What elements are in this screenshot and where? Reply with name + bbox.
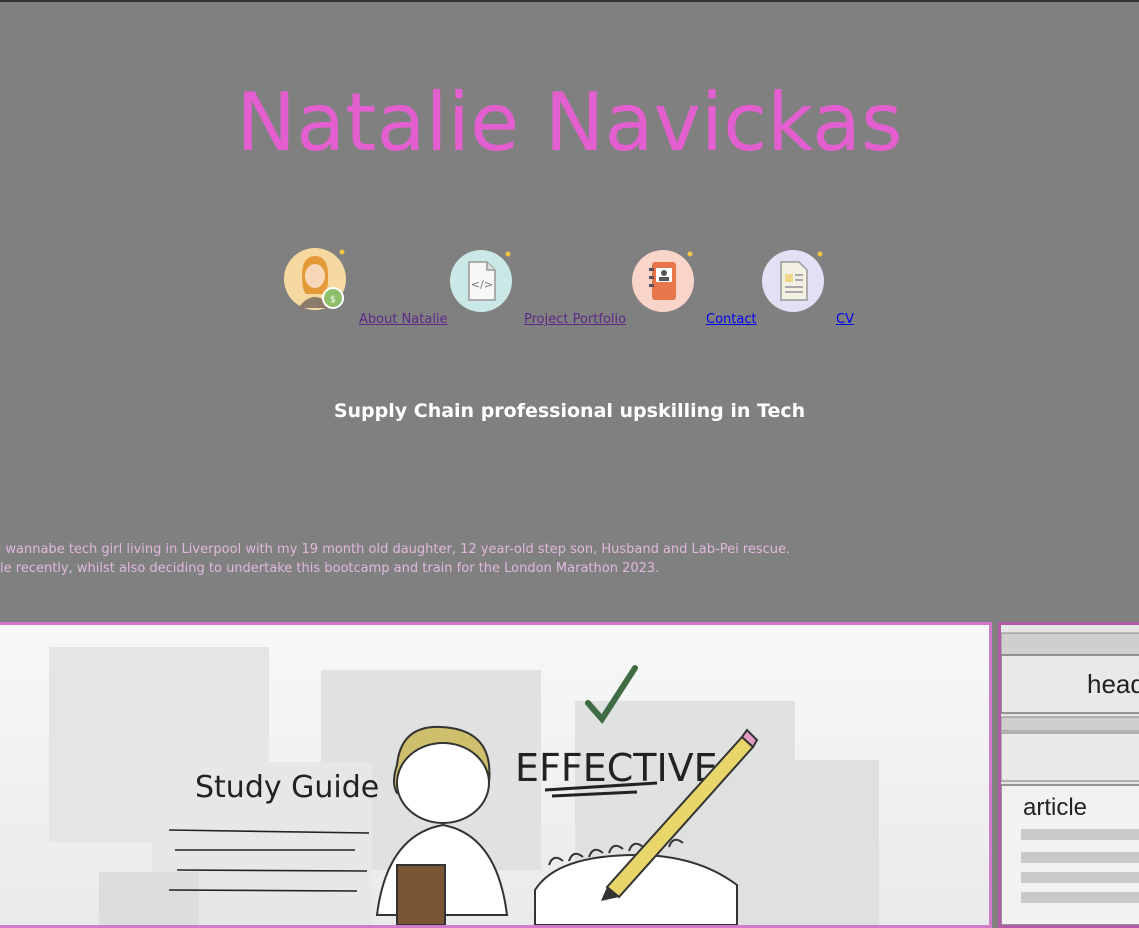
nav-item-about[interactable]: $ About Natalie [284, 248, 448, 328]
nav-item-contact[interactable]: Contact [632, 248, 762, 328]
main-nav: $ About Natalie </> Project Portfolio Co… [0, 248, 1139, 338]
study-guide-text: Study Guide [195, 770, 379, 805]
svg-text:</>: </> [471, 278, 493, 291]
study-guide-illustration: Study Guide EFFECTIVE [49, 647, 879, 925]
bio-line-2: new role recently, whilst also deciding … [0, 561, 660, 576]
nav-item-portfolio[interactable]: </> Project Portfolio [450, 248, 630, 328]
woman-avatar-icon[interactable]: $ [284, 248, 346, 310]
project-card-study-guide[interactable]: Study Guide EFFECTIVE [0, 622, 992, 928]
site-title: Natalie Navickas [236, 76, 903, 169]
nav-link-contact[interactable]: Contact [706, 312, 757, 327]
document-icon[interactable] [762, 250, 824, 312]
bio-text: ear old wannabe tech girl living in Live… [0, 540, 790, 578]
address-book-icon[interactable] [632, 250, 694, 312]
nav-link-about[interactable]: About Natalie [359, 312, 448, 327]
layout-illustration: head article [1001, 625, 1139, 925]
nav-item-cv[interactable]: CV [762, 248, 862, 328]
bio-line-1: ear old wannabe tech girl living in Live… [0, 542, 791, 557]
article-text: article [1023, 794, 1087, 821]
head-text: head [1087, 669, 1139, 699]
effective-text: EFFECTIVE [515, 746, 718, 790]
nav-link-portfolio[interactable]: Project Portfolio [524, 312, 626, 327]
nav-link-cv[interactable]: CV [836, 312, 854, 327]
tagline: Supply Chain professional upskilling in … [333, 400, 806, 422]
project-card-html-layout[interactable]: head article [998, 622, 1139, 928]
svg-text:$: $ [330, 295, 336, 305]
code-file-icon[interactable]: </> [450, 250, 512, 312]
